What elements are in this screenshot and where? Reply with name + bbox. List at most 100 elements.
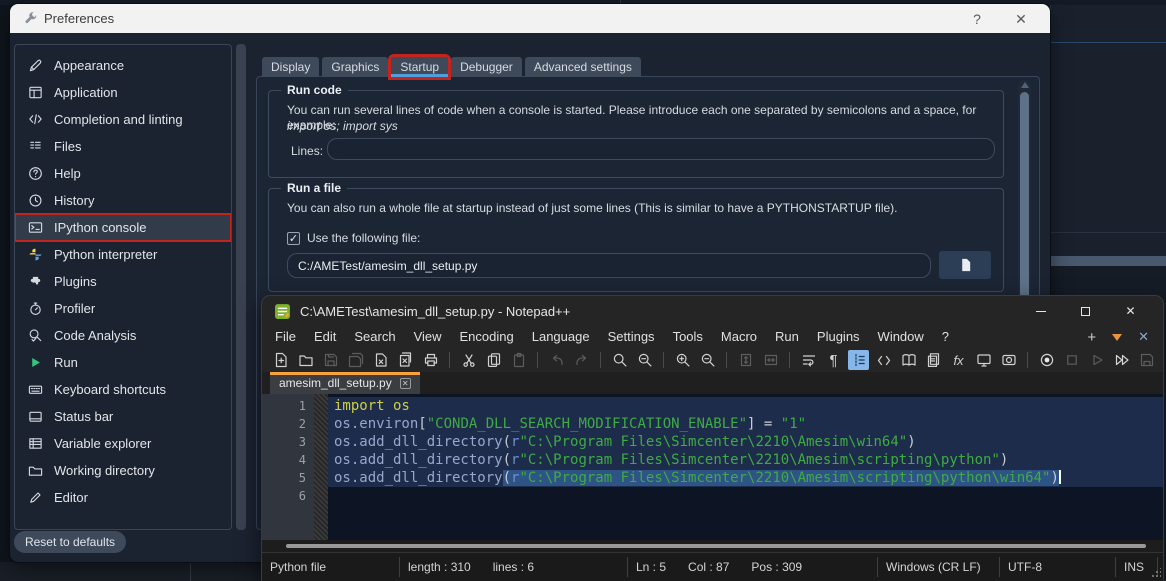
sidebar-item-history[interactable]: History bbox=[15, 187, 231, 214]
close-all-icon[interactable] bbox=[395, 350, 416, 370]
word-wrap-icon[interactable] bbox=[798, 350, 819, 370]
application-icon bbox=[27, 84, 44, 101]
sidebar-item-application[interactable]: Application bbox=[15, 79, 231, 106]
sidebar-item-working-directory[interactable]: Working directory bbox=[15, 457, 231, 484]
show-all-chars-icon[interactable]: ¶ bbox=[823, 350, 844, 370]
use-file-checkbox[interactable]: ✓ bbox=[287, 232, 300, 245]
tab-graphics[interactable]: Graphics bbox=[322, 57, 388, 77]
new-file-icon[interactable] bbox=[270, 350, 291, 370]
notepad-menubar: FileEditSearchViewEncodingLanguageSettin… bbox=[262, 326, 1163, 348]
menu-plugins[interactable]: Plugins bbox=[808, 326, 869, 348]
macro-run-multiple-icon[interactable] bbox=[1111, 350, 1132, 370]
run-icon bbox=[27, 354, 44, 371]
menu-edit[interactable]: Edit bbox=[305, 326, 345, 348]
document-map-icon[interactable] bbox=[898, 350, 919, 370]
menu-settings[interactable]: Settings bbox=[599, 326, 664, 348]
tab-startup[interactable]: Startup bbox=[391, 57, 448, 77]
sidebar-item-profiler[interactable]: Profiler bbox=[15, 295, 231, 322]
function-completion-icon[interactable] bbox=[873, 350, 894, 370]
print-icon[interactable] bbox=[420, 350, 441, 370]
menu-encoding[interactable]: Encoding bbox=[451, 326, 523, 348]
sidebar-item-help[interactable]: Help bbox=[15, 160, 231, 187]
sidebar-item-python-interpreter[interactable]: Python interpreter bbox=[15, 241, 231, 268]
menu-run[interactable]: Run bbox=[766, 326, 808, 348]
lines-input[interactable] bbox=[327, 138, 995, 160]
menu-window[interactable]: Window bbox=[869, 326, 933, 348]
menu-tools[interactable]: Tools bbox=[664, 326, 712, 348]
new-tab-button[interactable]: + bbox=[1087, 329, 1096, 346]
zoom-in-icon[interactable] bbox=[672, 350, 693, 370]
function-list-icon[interactable]: fx bbox=[948, 350, 969, 370]
sidebar-item-appearance[interactable]: Appearance bbox=[15, 52, 231, 79]
history-icon bbox=[27, 192, 44, 209]
tab-display[interactable]: Display bbox=[262, 57, 319, 77]
browse-file-button[interactable] bbox=[939, 251, 991, 279]
close-button[interactable]: ✕ bbox=[1108, 296, 1153, 326]
maximize-button[interactable] bbox=[1063, 296, 1108, 326]
sidebar-item-code-analysis[interactable]: Code Analysis bbox=[15, 322, 231, 349]
document-tab-close-icon[interactable]: ✕ bbox=[400, 378, 411, 389]
sidebar-item-keyboard[interactable]: Keyboard shortcuts bbox=[15, 376, 231, 403]
status-eol-format[interactable]: Windows (CR LF) bbox=[886, 557, 981, 577]
line-number: 1 bbox=[262, 397, 306, 415]
menu-file[interactable]: File bbox=[266, 326, 305, 348]
toolbar-separator bbox=[1027, 352, 1028, 368]
sidebar-item-label: Profiler bbox=[54, 301, 95, 316]
sidebar-item-completion[interactable]: Completion and linting bbox=[15, 106, 231, 133]
startup-file-path-input[interactable] bbox=[287, 253, 931, 278]
paste-icon bbox=[508, 350, 529, 370]
cut-icon[interactable] bbox=[458, 350, 479, 370]
code-editor[interactable]: 123456 import osos.environ["CONDA_DLL_SE… bbox=[262, 394, 1163, 540]
horizontal-scrollbar-track[interactable] bbox=[262, 540, 1163, 552]
profiler-icon bbox=[27, 300, 44, 317]
replace-icon[interactable] bbox=[634, 350, 655, 370]
zoom-out-icon[interactable] bbox=[697, 350, 718, 370]
menu-help[interactable]: ? bbox=[933, 326, 958, 348]
doc-switcher-icon[interactable] bbox=[998, 350, 1019, 370]
background-divider bbox=[190, 562, 191, 581]
menu-language[interactable]: Language bbox=[523, 326, 599, 348]
sidebar-item-variable-explorer[interactable]: Variable explorer bbox=[15, 430, 231, 457]
indent-guide-icon[interactable] bbox=[848, 350, 869, 370]
tab-advanced-settings[interactable]: Advanced settings bbox=[525, 57, 641, 77]
copy-icon[interactable] bbox=[483, 350, 504, 370]
document-list-icon[interactable] bbox=[923, 350, 944, 370]
menu-search[interactable]: Search bbox=[345, 326, 404, 348]
tab-debugger[interactable]: Debugger bbox=[451, 57, 522, 77]
document-tab[interactable]: amesim_dll_setup.py ✕ bbox=[270, 372, 420, 394]
editor-icon bbox=[27, 489, 44, 506]
sidebar-item-editor[interactable]: Editor bbox=[15, 484, 231, 511]
scrollbar-up-arrow-icon[interactable] bbox=[1021, 82, 1029, 88]
dialog-close-button[interactable]: ✕ bbox=[1010, 9, 1032, 29]
sidebar-item-label: Run bbox=[54, 355, 78, 370]
tab-close-button[interactable]: ✕ bbox=[1138, 329, 1149, 345]
open-icon[interactable] bbox=[295, 350, 316, 370]
notepad-titlebar[interactable]: C:\AMETest\amesim_dll_setup.py - Notepad… bbox=[262, 296, 1163, 326]
sidebar-splitter[interactable] bbox=[236, 44, 246, 530]
status-encoding[interactable]: UTF-8 bbox=[1008, 557, 1042, 577]
menu-macro[interactable]: Macro bbox=[712, 326, 766, 348]
fold-margin bbox=[314, 394, 328, 540]
preferences-titlebar[interactable]: Preferences ? ✕ bbox=[10, 4, 1050, 33]
background-scrollbar[interactable] bbox=[1051, 256, 1166, 266]
notepad-window-controls: ✕ bbox=[1018, 296, 1153, 326]
find-icon[interactable] bbox=[609, 350, 630, 370]
horizontal-scrollbar-thumb[interactable] bbox=[286, 544, 1146, 548]
sidebar-item-run[interactable]: Run bbox=[15, 349, 231, 376]
sidebar-item-label: History bbox=[54, 193, 94, 208]
sidebar-item-files[interactable]: Files bbox=[15, 133, 231, 160]
resize-grip[interactable] bbox=[1151, 568, 1161, 578]
status-length: length : 310 bbox=[408, 557, 471, 577]
monitor-icon[interactable] bbox=[973, 350, 994, 370]
close-doc-icon[interactable] bbox=[370, 350, 391, 370]
sidebar-item-ipython-console[interactable]: IPython console bbox=[15, 214, 231, 241]
tab-list-button[interactable] bbox=[1112, 334, 1122, 341]
status-insert-mode[interactable]: INS bbox=[1124, 557, 1144, 577]
dialog-help-button[interactable]: ? bbox=[966, 9, 988, 29]
reset-to-defaults-button[interactable]: Reset to defaults bbox=[14, 531, 126, 553]
sidebar-item-status-bar[interactable]: Status bar bbox=[15, 403, 231, 430]
menu-view[interactable]: View bbox=[405, 326, 451, 348]
sidebar-item-plugins[interactable]: Plugins bbox=[15, 268, 231, 295]
macro-record-icon[interactable] bbox=[1036, 350, 1057, 370]
minimize-button[interactable] bbox=[1018, 296, 1063, 326]
